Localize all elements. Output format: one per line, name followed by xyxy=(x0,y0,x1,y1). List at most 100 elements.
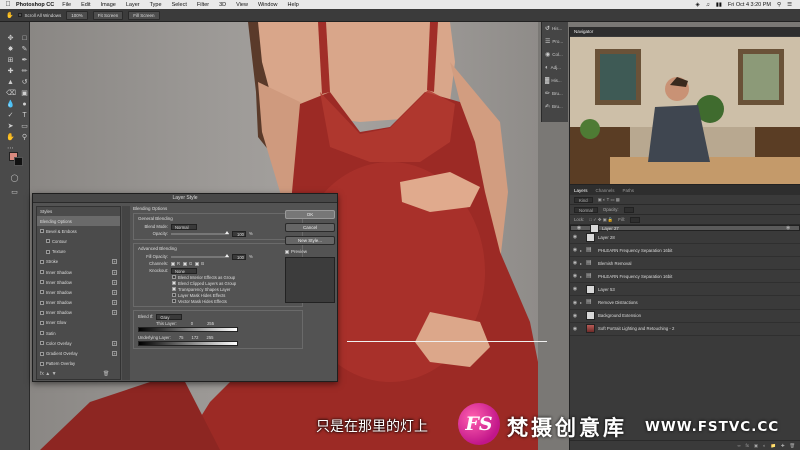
style-item[interactable]: Inner Shadow + xyxy=(37,267,120,277)
brush-tool-icon[interactable]: ✏ xyxy=(20,67,29,76)
layer-row[interactable]: ◉ Layer 53 xyxy=(570,283,800,297)
add-style-icon[interactable]: + xyxy=(112,259,117,265)
preview-checkbox[interactable]: Preview xyxy=(285,249,337,254)
type-tool-icon[interactable]: T xyxy=(20,111,29,120)
layer-opacity-field[interactable] xyxy=(623,206,634,213)
style-checkbox[interactable] xyxy=(40,270,44,275)
brush-panel-button[interactable]: ✏ Bru... xyxy=(542,87,568,100)
search-icon[interactable]: ⚲ xyxy=(777,2,781,8)
eraser-tool-icon[interactable]: ⌫ xyxy=(6,89,16,98)
history-brush-tool-icon[interactable]: ↺ xyxy=(20,78,29,87)
styles-scrollbar[interactable] xyxy=(122,206,130,380)
blend-mode-select[interactable]: Normal xyxy=(171,223,197,230)
style-checkbox[interactable] xyxy=(40,300,44,305)
tab-paths[interactable]: Paths xyxy=(623,188,635,193)
tab-layers[interactable]: Layers xyxy=(574,188,588,193)
add-mask-icon[interactable]: ▣ xyxy=(754,443,758,449)
move-tool-icon[interactable]: ✥ xyxy=(6,34,15,43)
menu-file[interactable]: File xyxy=(62,2,71,8)
cancel-button[interactable]: Cancel xyxy=(285,223,335,232)
menu-image[interactable]: Image xyxy=(101,2,116,8)
fx-icon[interactable]: fx xyxy=(746,443,749,448)
style-checkbox[interactable] xyxy=(40,229,44,234)
visibility-eye-icon[interactable]: ◉ xyxy=(574,225,584,231)
style-checkbox[interactable] xyxy=(40,331,44,336)
adjustment-layer-icon[interactable]: ◐ xyxy=(763,443,766,448)
channel-g-checkbox[interactable]: G xyxy=(183,261,192,267)
style-checkbox[interactable] xyxy=(40,341,44,346)
filter-icons[interactable]: ▣ ◐ T ▭ ▩ xyxy=(598,197,620,203)
eyedropper-tool-icon[interactable]: ✒ xyxy=(20,56,29,65)
battery-icon[interactable]: ▮▮ xyxy=(716,2,722,8)
app-name-menu[interactable]: Photoshop CC xyxy=(16,2,54,8)
menu-edit[interactable]: Edit xyxy=(81,2,90,8)
add-style-icon[interactable]: + xyxy=(112,351,117,357)
visibility-eye-icon[interactable]: ◉ xyxy=(570,273,580,279)
fx-menu-icon[interactable]: fx xyxy=(40,371,44,377)
wifi-icon[interactable]: ◈ xyxy=(696,2,700,8)
style-checkbox[interactable] xyxy=(40,361,44,366)
hand-tool-icon[interactable]: ✋ xyxy=(6,133,15,142)
style-item[interactable]: Inner Shadow + xyxy=(37,287,120,297)
styles-header[interactable]: Styles xyxy=(37,207,120,216)
trash-icon[interactable]: 🗑 xyxy=(103,371,109,377)
layer-filter-kind[interactable]: Kind xyxy=(574,196,593,203)
add-style-icon[interactable]: + xyxy=(112,289,117,295)
visibility-eye-icon[interactable]: ◉ xyxy=(570,313,580,319)
add-style-icon[interactable]: + xyxy=(112,340,117,346)
tab-channels[interactable]: Channels xyxy=(596,188,615,193)
gradient-tool-icon[interactable]: ▣ xyxy=(20,89,29,98)
menu-window[interactable]: Window xyxy=(258,2,278,8)
style-checkbox[interactable] xyxy=(40,310,44,315)
layer-blend-mode-select[interactable]: Normal xyxy=(574,206,598,213)
scroll-all-windows-checkbox[interactable]: Scroll All Windows xyxy=(18,13,61,18)
visibility-eye-icon[interactable]: ◉ xyxy=(570,326,580,332)
opacity-slider[interactable] xyxy=(171,230,229,235)
notification-icon[interactable]: ☰ xyxy=(787,2,792,8)
add-style-icon[interactable]: + xyxy=(112,300,117,306)
knockout-select[interactable]: None xyxy=(171,267,197,274)
brush-settings-panel-button[interactable]: ✍ Bru... xyxy=(542,100,568,113)
pen-tool-icon[interactable]: ✓ xyxy=(6,111,15,120)
menu-type[interactable]: Type xyxy=(150,2,162,8)
layer-row[interactable]: ◉ Layer 27 ◉ xyxy=(570,223,800,233)
apple-icon[interactable]:  xyxy=(0,1,16,8)
this-layer-gradient-slider[interactable] xyxy=(138,327,238,332)
add-style-icon[interactable]: + xyxy=(112,269,117,275)
style-checkbox[interactable] xyxy=(40,280,44,285)
tab-navigator[interactable]: Navigator xyxy=(574,29,593,34)
style-checkbox[interactable] xyxy=(40,259,44,264)
channel-b-checkbox[interactable]: B xyxy=(195,261,204,267)
visibility-eye-icon[interactable]: ◉ xyxy=(570,247,580,253)
clock[interactable]: Fri Oct 4 3:20 PM xyxy=(728,2,771,8)
blur-tool-icon[interactable]: 💧 xyxy=(6,100,15,109)
layer-row[interactable]: ◉ Soft Portrait Lighting and Retouching -… xyxy=(570,323,800,336)
zoom-100-button[interactable]: 100% xyxy=(66,10,88,20)
ok-button[interactable]: OK xyxy=(285,210,335,219)
color-panel-button[interactable]: ◉ Col... xyxy=(542,48,568,61)
visibility-eye-icon[interactable]: ◉ xyxy=(570,300,580,306)
adjustments-panel-button[interactable]: ◐ Adj... xyxy=(542,61,568,74)
quick-mask-icon[interactable]: ◯ xyxy=(10,174,19,183)
history-panel-button[interactable]: ↺ His... xyxy=(542,22,568,35)
clone-stamp-tool-icon[interactable]: ▲ xyxy=(6,78,15,87)
marquee-tool-icon[interactable]: □ xyxy=(20,34,29,43)
style-item[interactable]: Blending Options xyxy=(37,216,120,227)
style-item[interactable]: Inner Shadow + xyxy=(37,308,120,318)
layer-row[interactable]: ◉ Layer 28 xyxy=(570,231,800,245)
quick-select-tool-icon[interactable]: ✎ xyxy=(20,45,29,54)
path-selection-tool-icon[interactable]: ➤ xyxy=(6,122,15,131)
layer-row[interactable]: ◉ ▸ ▤ Remove Distractions xyxy=(570,296,800,310)
layer-options-icon[interactable]: ◉ xyxy=(786,225,796,231)
style-checkbox[interactable] xyxy=(40,290,44,295)
move-down-icon[interactable]: ▼ xyxy=(52,371,57,377)
style-item[interactable]: Inner Glow xyxy=(37,318,120,328)
visibility-eye-icon[interactable]: ◉ xyxy=(570,260,580,266)
add-style-icon[interactable]: + xyxy=(112,310,117,316)
fill-screen-button[interactable]: Fill Screen xyxy=(128,10,160,20)
new-group-icon[interactable]: 📁 xyxy=(771,443,776,449)
menu-layer[interactable]: Layer xyxy=(126,2,140,8)
opacity-field[interactable]: 100 xyxy=(232,230,246,237)
properties-panel-button[interactable]: ☰ Pro... xyxy=(542,35,568,48)
fill-opacity-field[interactable]: 100 xyxy=(232,253,246,260)
